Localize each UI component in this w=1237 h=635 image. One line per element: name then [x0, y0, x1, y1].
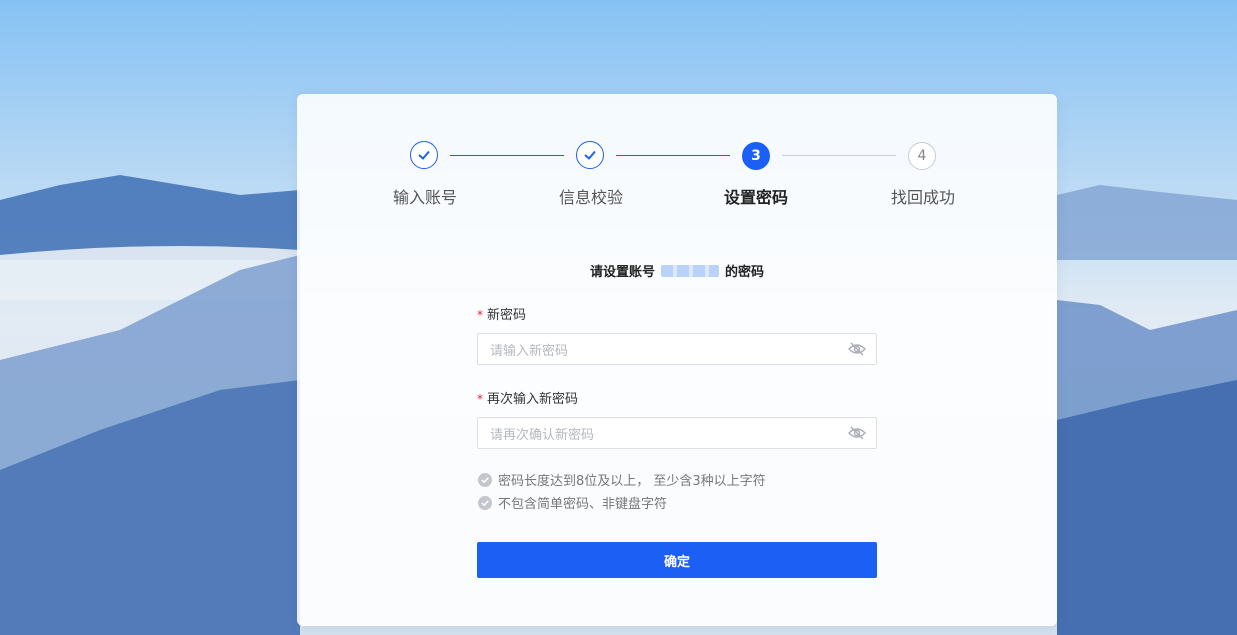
confirm-button[interactable]: 确定: [477, 542, 877, 578]
password-rule-simple: 不包含简单密码、非键盘字符: [478, 493, 667, 512]
title-suffix: 的密码: [725, 265, 765, 280]
step-3-number: 3: [742, 142, 770, 170]
step-2-check-icon: [576, 141, 604, 169]
check-circle-icon: [478, 495, 492, 510]
masked-account: [661, 265, 719, 277]
password-rule-length: 密码长度达到8位及以上， 至少含3种以上字符: [478, 470, 766, 489]
check-circle-icon: [478, 472, 492, 487]
rule-text: 密码长度达到8位及以上， 至少含3种以上字符: [498, 474, 766, 489]
step-connector-2: [616, 155, 730, 156]
required-mark: *: [477, 392, 483, 406]
rule-text: 不包含简单密码、非键盘字符: [498, 497, 668, 512]
step-connector-3: [782, 155, 896, 156]
new-password-label: * 新密码: [477, 304, 526, 323]
required-mark: *: [477, 308, 483, 322]
title-prefix: 请设置账号: [589, 265, 655, 280]
confirm-password-label-text: 再次输入新密码: [487, 392, 579, 407]
step-3-label: 设置密码: [723, 188, 788, 207]
progress-steps: 输入账号 信息校验 3 设置密码 4 找回成功: [297, 94, 1057, 224]
eye-off-icon[interactable]: [848, 426, 866, 440]
eye-off-icon[interactable]: [848, 342, 866, 356]
step-1-check-icon: [410, 141, 438, 169]
confirm-password-label: * 再次输入新密码: [477, 388, 578, 407]
new-password-label-text: 新密码: [487, 308, 527, 323]
confirm-password-placeholder: 请再次确认新密码: [490, 427, 595, 443]
new-password-input[interactable]: 请输入新密码: [477, 333, 877, 365]
new-password-placeholder: 请输入新密码: [490, 343, 569, 359]
confirm-password-input[interactable]: 请再次确认新密码: [477, 417, 877, 449]
step-4-label: 找回成功: [890, 188, 955, 207]
step-4-number: 4: [908, 142, 936, 170]
step-2-label: 信息校验: [558, 188, 623, 207]
form-title: 请设置账号 的密码: [297, 261, 1057, 280]
reset-password-card: 输入账号 信息校验 3 设置密码 4 找回成功 请设置账号 的密码 * 新密码 请输…: [297, 94, 1057, 626]
step-connector-1: [450, 155, 564, 156]
step-1-label: 输入账号: [392, 188, 457, 207]
